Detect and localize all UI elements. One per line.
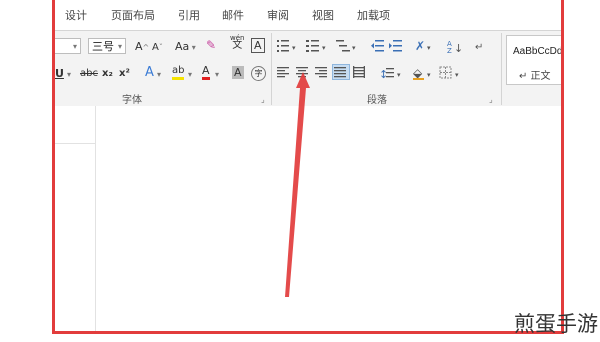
character-border-button[interactable]: A xyxy=(251,38,265,53)
sort-icon[interactable]: A Z ↓ xyxy=(447,40,463,55)
paragraph-row-2: ↕ ▾ ⬙ ▾ ▾ xyxy=(277,66,459,81)
line-spacing-icon[interactable]: ↕ ▾ xyxy=(379,68,401,81)
font-group-label: 字体 xyxy=(122,95,142,106)
change-case-label: Aa xyxy=(175,40,190,53)
chevron-down-icon[interactable]: ▾ xyxy=(215,68,219,82)
chevron-down-icon: ▾ xyxy=(189,43,196,52)
svg-text:▾: ▾ xyxy=(352,44,356,52)
numbering-icon[interactable]: ▾ xyxy=(306,40,326,52)
group-divider xyxy=(271,33,272,105)
change-case-button[interactable]: Aa ▾ xyxy=(175,40,196,55)
svg-text:↕: ↕ xyxy=(379,68,388,81)
shrink-font-label: A xyxy=(152,42,159,53)
page-margin-line xyxy=(55,143,95,144)
tab-page-layout[interactable]: 页面布局 xyxy=(111,7,155,23)
show-formatting-marks-icon[interactable]: ↵ xyxy=(475,42,483,53)
clear-formatting-icon[interactable]: ✎ xyxy=(206,38,216,52)
enclose-characters-button[interactable]: 字 xyxy=(251,66,266,81)
chevron-down-icon[interactable]: ▾ xyxy=(67,68,71,82)
paragraph-group-label: 段落 xyxy=(367,95,387,106)
highlight-button[interactable]: ab xyxy=(172,65,185,80)
tab-design[interactable]: 设计 xyxy=(65,7,87,23)
tab-mailings[interactable]: 邮件 xyxy=(222,7,244,23)
align-center-icon[interactable] xyxy=(296,67,308,78)
chinese-layout-icon[interactable]: ✗ ▾ xyxy=(415,39,431,53)
tab-review[interactable]: 审阅 xyxy=(267,7,289,23)
font-name-dropdown[interactable]: ▾ xyxy=(55,38,81,54)
svg-text:⬙: ⬙ xyxy=(413,66,423,80)
grow-font-button[interactable]: A^ xyxy=(135,40,149,55)
svg-text:✗: ✗ xyxy=(415,39,425,53)
chevron-down-icon[interactable]: ▾ xyxy=(157,68,161,82)
style-sample-text: AaBbCcDd xyxy=(513,46,561,57)
phonetic-guide-button[interactable]: wén 文 xyxy=(230,34,244,51)
tab-addins[interactable]: 加载项 xyxy=(357,7,390,23)
font-size-value: 三号 xyxy=(92,40,114,53)
dialog-launcher-icon[interactable]: ⌟ xyxy=(489,95,493,104)
superscript-button[interactable]: x² xyxy=(119,67,130,81)
distributed-icon[interactable] xyxy=(353,66,365,78)
watermark-text: 煎蛋手游 xyxy=(514,312,598,336)
grow-font-label: A xyxy=(135,40,143,53)
bullets-icon[interactable]: ▾ xyxy=(277,40,296,52)
style-name: ↵ 正文 xyxy=(519,71,551,82)
text-effects-button[interactable]: A xyxy=(145,66,154,80)
increase-indent-icon[interactable] xyxy=(389,40,402,52)
multilevel-list-icon[interactable]: ▾ xyxy=(336,40,356,52)
shading-icon[interactable]: ⬙ ▾ xyxy=(413,66,431,80)
document-area[interactable] xyxy=(55,106,561,331)
decrease-indent-icon[interactable] xyxy=(371,40,384,52)
tab-view[interactable]: 视图 xyxy=(312,7,334,23)
chevron-down-icon: ▾ xyxy=(72,42,77,51)
svg-text:▾: ▾ xyxy=(292,44,296,52)
svg-text:↓: ↓ xyxy=(454,42,463,55)
shrink-font-button[interactable]: Aˇ xyxy=(152,41,163,55)
svg-text:▾: ▾ xyxy=(397,71,401,79)
menu-bar: 设计 页面布局 引用 邮件 审阅 视图 加载项 xyxy=(55,0,561,30)
font-color-button[interactable]: A xyxy=(202,65,210,80)
align-left-icon[interactable] xyxy=(277,67,289,78)
borders-icon[interactable]: ▾ xyxy=(439,66,459,79)
group-divider xyxy=(501,33,502,105)
up-caret-icon: ^ xyxy=(142,43,150,52)
font-size-dropdown[interactable]: 三号 ▾ xyxy=(88,38,126,54)
svg-text:▾: ▾ xyxy=(455,71,459,79)
svg-text:↵: ↵ xyxy=(475,42,483,53)
down-caret-icon: ˇ xyxy=(158,43,163,52)
paragraph-row-1: ▾ ▾ ▾ ✗ ▾ A Z ↓ ↵ xyxy=(277,39,483,55)
svg-text:Z: Z xyxy=(447,47,452,55)
chevron-down-icon: ▾ xyxy=(117,42,122,51)
ribbon: ▾ 三号 ▾ A^ Aˇ Aa ▾ ✎ wén 文 A U ▾ abc x₂ x²… xyxy=(55,30,561,108)
svg-text:▾: ▾ xyxy=(427,71,431,79)
strikethrough-button[interactable]: abc xyxy=(80,67,98,81)
chevron-down-icon[interactable]: ▾ xyxy=(188,68,192,82)
svg-text:▾: ▾ xyxy=(427,44,431,52)
justify-icon[interactable] xyxy=(334,67,346,78)
phonetic-bottom: 文 xyxy=(232,40,243,51)
style-normal-card[interactable]: AaBbCcDd ↵ 正文 xyxy=(506,35,561,85)
svg-text:▾: ▾ xyxy=(322,44,326,52)
tab-references[interactable]: 引用 xyxy=(178,7,200,23)
underline-button[interactable]: U xyxy=(55,67,64,81)
page-margin-line xyxy=(95,106,96,331)
align-right-icon[interactable] xyxy=(315,67,327,78)
word-window: 设计 页面布局 引用 邮件 审阅 视图 加载项 ▾ 三号 ▾ A^ Aˇ Aa ▾… xyxy=(55,0,561,331)
character-shading-button[interactable]: A xyxy=(232,66,244,79)
subscript-button[interactable]: x₂ xyxy=(102,67,113,81)
dialog-launcher-icon[interactable]: ⌟ xyxy=(261,95,265,104)
